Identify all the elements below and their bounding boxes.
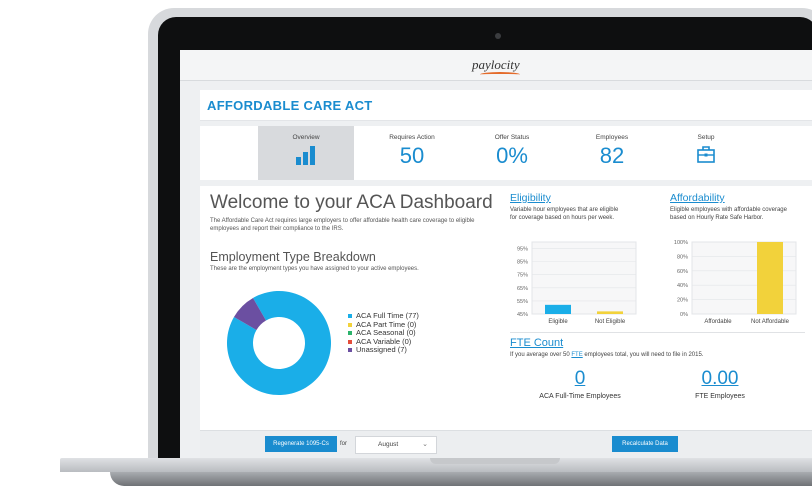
- tab-bar: Overview Requires Action 50 Offer Status…: [200, 126, 812, 180]
- y-tick-label: 75%: [517, 273, 528, 279]
- camera-icon: [495, 33, 501, 39]
- divider: [510, 332, 805, 333]
- affordability-subtitle-line: based on Hourly Rate Safe Harbor.: [670, 215, 764, 221]
- legend-swatch: [348, 331, 352, 336]
- employment-donut-chart: [227, 291, 331, 395]
- employees-count: 82: [599, 143, 625, 168]
- bar-not-affordable: [757, 242, 783, 314]
- fte-count-title[interactable]: FTE Count: [510, 337, 563, 349]
- affordability-title[interactable]: Affordability: [670, 192, 725, 204]
- bar-eligible: [545, 304, 571, 314]
- footer-actions: Regenerate 1095-Cs for August ⌄ Recalcul…: [200, 430, 812, 460]
- eligibility-subtitle-line: for coverage based on hours per week.: [510, 215, 615, 221]
- x-tick-label: Affordable: [704, 319, 732, 325]
- x-tick-label: Not Eligible: [595, 319, 626, 325]
- screen: paylocity AFFORDABLE CARE ACT Overview R…: [180, 50, 812, 460]
- chevron-down-icon: ⌄: [422, 441, 428, 448]
- fte-sub-before: If you average over 50: [510, 352, 572, 358]
- breakdown-legend: ACA Full Time (77) ACA Part Time (0) ACA…: [348, 311, 419, 355]
- legend-item: Unassigned (7): [348, 346, 419, 355]
- tab-label: Employees: [595, 134, 629, 141]
- tab-label: Requires Action: [389, 134, 435, 141]
- fte-link[interactable]: FTE: [571, 352, 582, 358]
- bar-not-eligible: [597, 311, 623, 314]
- tab-overview[interactable]: Overview: [258, 126, 354, 180]
- page-title-bar: AFFORDABLE CARE ACT: [200, 90, 812, 121]
- legend-label: Unassigned (7): [356, 345, 407, 355]
- legend-swatch: [348, 322, 352, 327]
- tab-offer-status[interactable]: Offer Status 0%: [466, 126, 558, 180]
- fte-sub-after: employees total, you will need to file i…: [582, 352, 704, 358]
- affordability-subtitle-line: Eligible employees with affordable cover…: [670, 207, 787, 213]
- y-tick-label: 60%: [677, 269, 688, 275]
- legend-swatch: [348, 339, 352, 344]
- affordability-subtitle: Eligible employees with affordable cover…: [670, 206, 787, 222]
- for-label: for: [340, 441, 348, 447]
- eligibility-subtitle-line: Variable hour employees that are eligibl…: [510, 207, 619, 213]
- y-tick-label: 65%: [517, 286, 528, 292]
- regenerate-1095-button[interactable]: Regenerate 1095-Cs: [265, 436, 337, 452]
- laptop-base-bottom: [110, 472, 812, 486]
- fte-count-subtitle: If you average over 50 FTE employees tot…: [510, 352, 703, 358]
- tab-setup[interactable]: Setup: [660, 126, 752, 180]
- laptop-notch: [430, 458, 560, 464]
- breakdown-subtitle: These are the employment types you have …: [210, 266, 419, 272]
- paylocity-logo[interactable]: paylocity: [472, 57, 520, 73]
- y-tick-label: 80%: [677, 254, 688, 260]
- affordability-bar-chart: 100% 80% 60% 40% 20% 0% Affordable Not Affordab…: [674, 240, 797, 325]
- eligibility-bar-chart: 95% 85% 75% 65% 55% 45% Eligible Not Eligible: [517, 241, 637, 325]
- recalculate-data-button[interactable]: Recalculate Data: [612, 436, 678, 452]
- aca-full-time-label: ACA Full-Time Employees: [539, 393, 621, 400]
- month-select[interactable]: August ⌄: [355, 436, 437, 454]
- y-tick-label: 85%: [517, 260, 528, 266]
- fte-employees-label: FTE Employees: [695, 393, 745, 400]
- requires-action-count: 50: [399, 143, 425, 168]
- month-select-value: August: [378, 441, 399, 448]
- fte-employees-count[interactable]: 0.00: [670, 368, 770, 390]
- y-tick-label: 55%: [517, 299, 528, 305]
- tab-label: Offer Status: [494, 134, 530, 141]
- y-tick-label: 40%: [677, 283, 688, 289]
- x-tick-label: Eligible: [548, 319, 568, 325]
- eligibility-title[interactable]: Eligibility: [510, 192, 551, 204]
- tab-employees[interactable]: Employees 82: [566, 126, 658, 180]
- y-tick-label: 0%: [680, 312, 688, 318]
- breakdown-title: Employment Type Breakdown: [210, 250, 376, 264]
- tab-requires-action[interactable]: Requires Action 50: [366, 126, 458, 180]
- offer-status-value: 0%: [496, 143, 528, 168]
- y-tick-label: 95%: [517, 247, 528, 253]
- legend-swatch: [348, 348, 352, 353]
- bar-chart-icon: [296, 146, 315, 165]
- dashboard-content: Welcome to your ACA Dashboard The Afford…: [200, 186, 812, 460]
- logo-swoosh: [480, 72, 520, 77]
- y-tick-label: 20%: [677, 298, 688, 304]
- tab-label: Overview: [292, 134, 320, 141]
- aca-full-time-count[interactable]: 0: [540, 368, 620, 390]
- welcome-text: The Affordable Care Act requires large e…: [210, 218, 475, 232]
- welcome-heading: Welcome to your ACA Dashboard: [210, 192, 493, 213]
- y-tick-label: 100%: [674, 240, 688, 246]
- eligibility-subtitle: Variable hour employees that are eligibl…: [510, 206, 618, 222]
- chart-plot-area: [531, 241, 637, 315]
- toolbox-icon: [697, 146, 715, 163]
- tab-label: Setup: [697, 134, 715, 141]
- page-title: AFFORDABLE CARE ACT: [207, 98, 373, 113]
- x-tick-label: Not Affordable: [751, 319, 790, 325]
- top-header: paylocity: [180, 50, 812, 81]
- y-tick-label: 45%: [517, 312, 528, 318]
- legend-swatch: [348, 314, 352, 319]
